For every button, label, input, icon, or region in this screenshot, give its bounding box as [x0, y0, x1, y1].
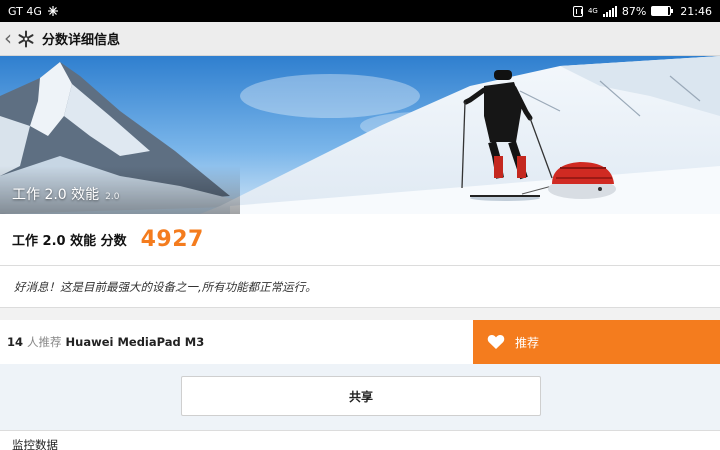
vibrate-icon: [572, 5, 583, 17]
signal-icon: [602, 5, 617, 17]
hero-label: 工作 2.0 效能 2.0: [12, 184, 120, 204]
recommend-info: 14 人推荐 Huawei MediaPad M3: [0, 320, 473, 364]
hero-banner: 工作 2.0 效能 2.0: [0, 56, 720, 214]
benchmark-version: 2.0: [105, 192, 120, 202]
network-label: 4G: [587, 7, 598, 15]
chevron-left-icon[interactable]: ‹: [4, 28, 16, 48]
share-button[interactable]: 共享: [181, 376, 541, 416]
status-message: 好消息！这是目前最强大的设备之一,所有功能都正常运行。: [0, 266, 720, 308]
status-bar: GT 4G 4G 87% 21:46: [0, 0, 720, 22]
snowflake-icon: [16, 29, 36, 49]
recommend-button[interactable]: 推荐: [473, 320, 720, 364]
page-title: 分数详细信息: [42, 33, 121, 48]
recommend-row: 14 人推荐 Huawei MediaPad M3 推荐: [0, 320, 720, 364]
score-card: 工作 2.0 效能 分数 4927: [0, 214, 720, 266]
recommend-count-label: 人推荐: [27, 335, 62, 349]
share-area: 共享: [0, 364, 720, 430]
notification-icon: [47, 6, 58, 16]
recommend-count: 14: [7, 335, 24, 349]
heart-icon: [487, 335, 505, 349]
recommend-button-label: 推荐: [515, 335, 540, 350]
device-name: Huawei MediaPad M3: [65, 335, 205, 349]
score-label: 工作 2.0 效能 分数: [12, 234, 127, 249]
app-bar: ‹ 分数详细信息: [0, 22, 720, 56]
battery-icon: [651, 6, 674, 16]
score-value: 4927: [140, 227, 204, 252]
clock: 21:46: [680, 4, 712, 18]
monitor-section-title: 监控数据: [0, 430, 720, 450]
benchmark-name: 工作 2.0 效能: [12, 187, 100, 203]
carrier-label: GT 4G: [8, 4, 42, 18]
battery-percent: 87%: [621, 4, 647, 18]
